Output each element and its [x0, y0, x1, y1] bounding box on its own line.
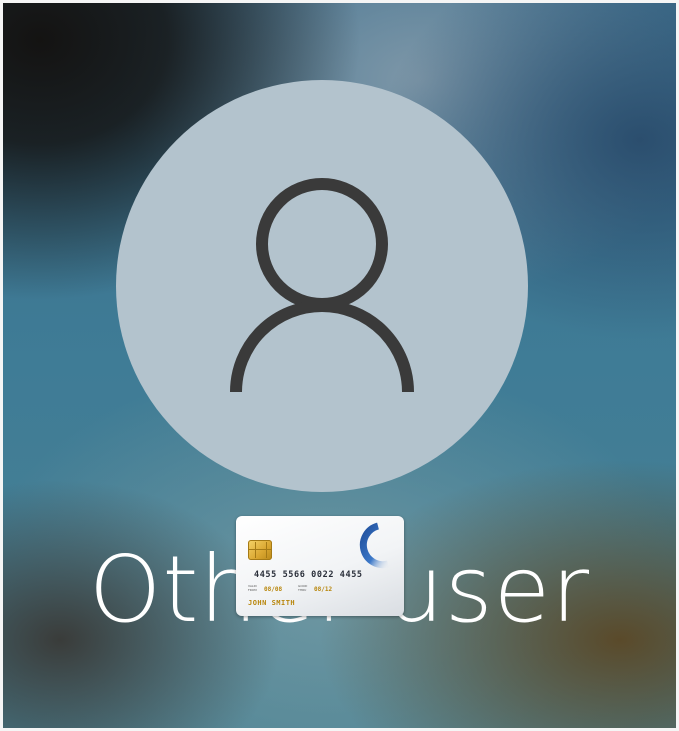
user-avatar[interactable]	[116, 80, 528, 492]
card-number: 4455 5566 0022 4455	[254, 570, 363, 580]
smart-card-icon: 4455 5566 0022 4455 VALID FROM 08/08 GOO…	[236, 516, 404, 616]
lock-screen-background: Other user 4455 5566 0022 4455 VALID FRO…	[0, 0, 679, 731]
valid-from-date: 08/08	[264, 586, 283, 593]
card-dates: VALID FROM 08/08 GOOD THRU 08/12	[248, 584, 398, 598]
valid-thru-date: 08/12	[314, 586, 333, 593]
user-silhouette-icon	[230, 178, 414, 393]
valid-from-caption: VALID FROM	[248, 584, 257, 592]
card-logo-icon	[359, 522, 389, 569]
card-holder-name: JOHN SMITH	[248, 599, 296, 607]
valid-thru-caption: GOOD THRU	[298, 584, 308, 592]
card-chip-icon	[248, 540, 272, 560]
